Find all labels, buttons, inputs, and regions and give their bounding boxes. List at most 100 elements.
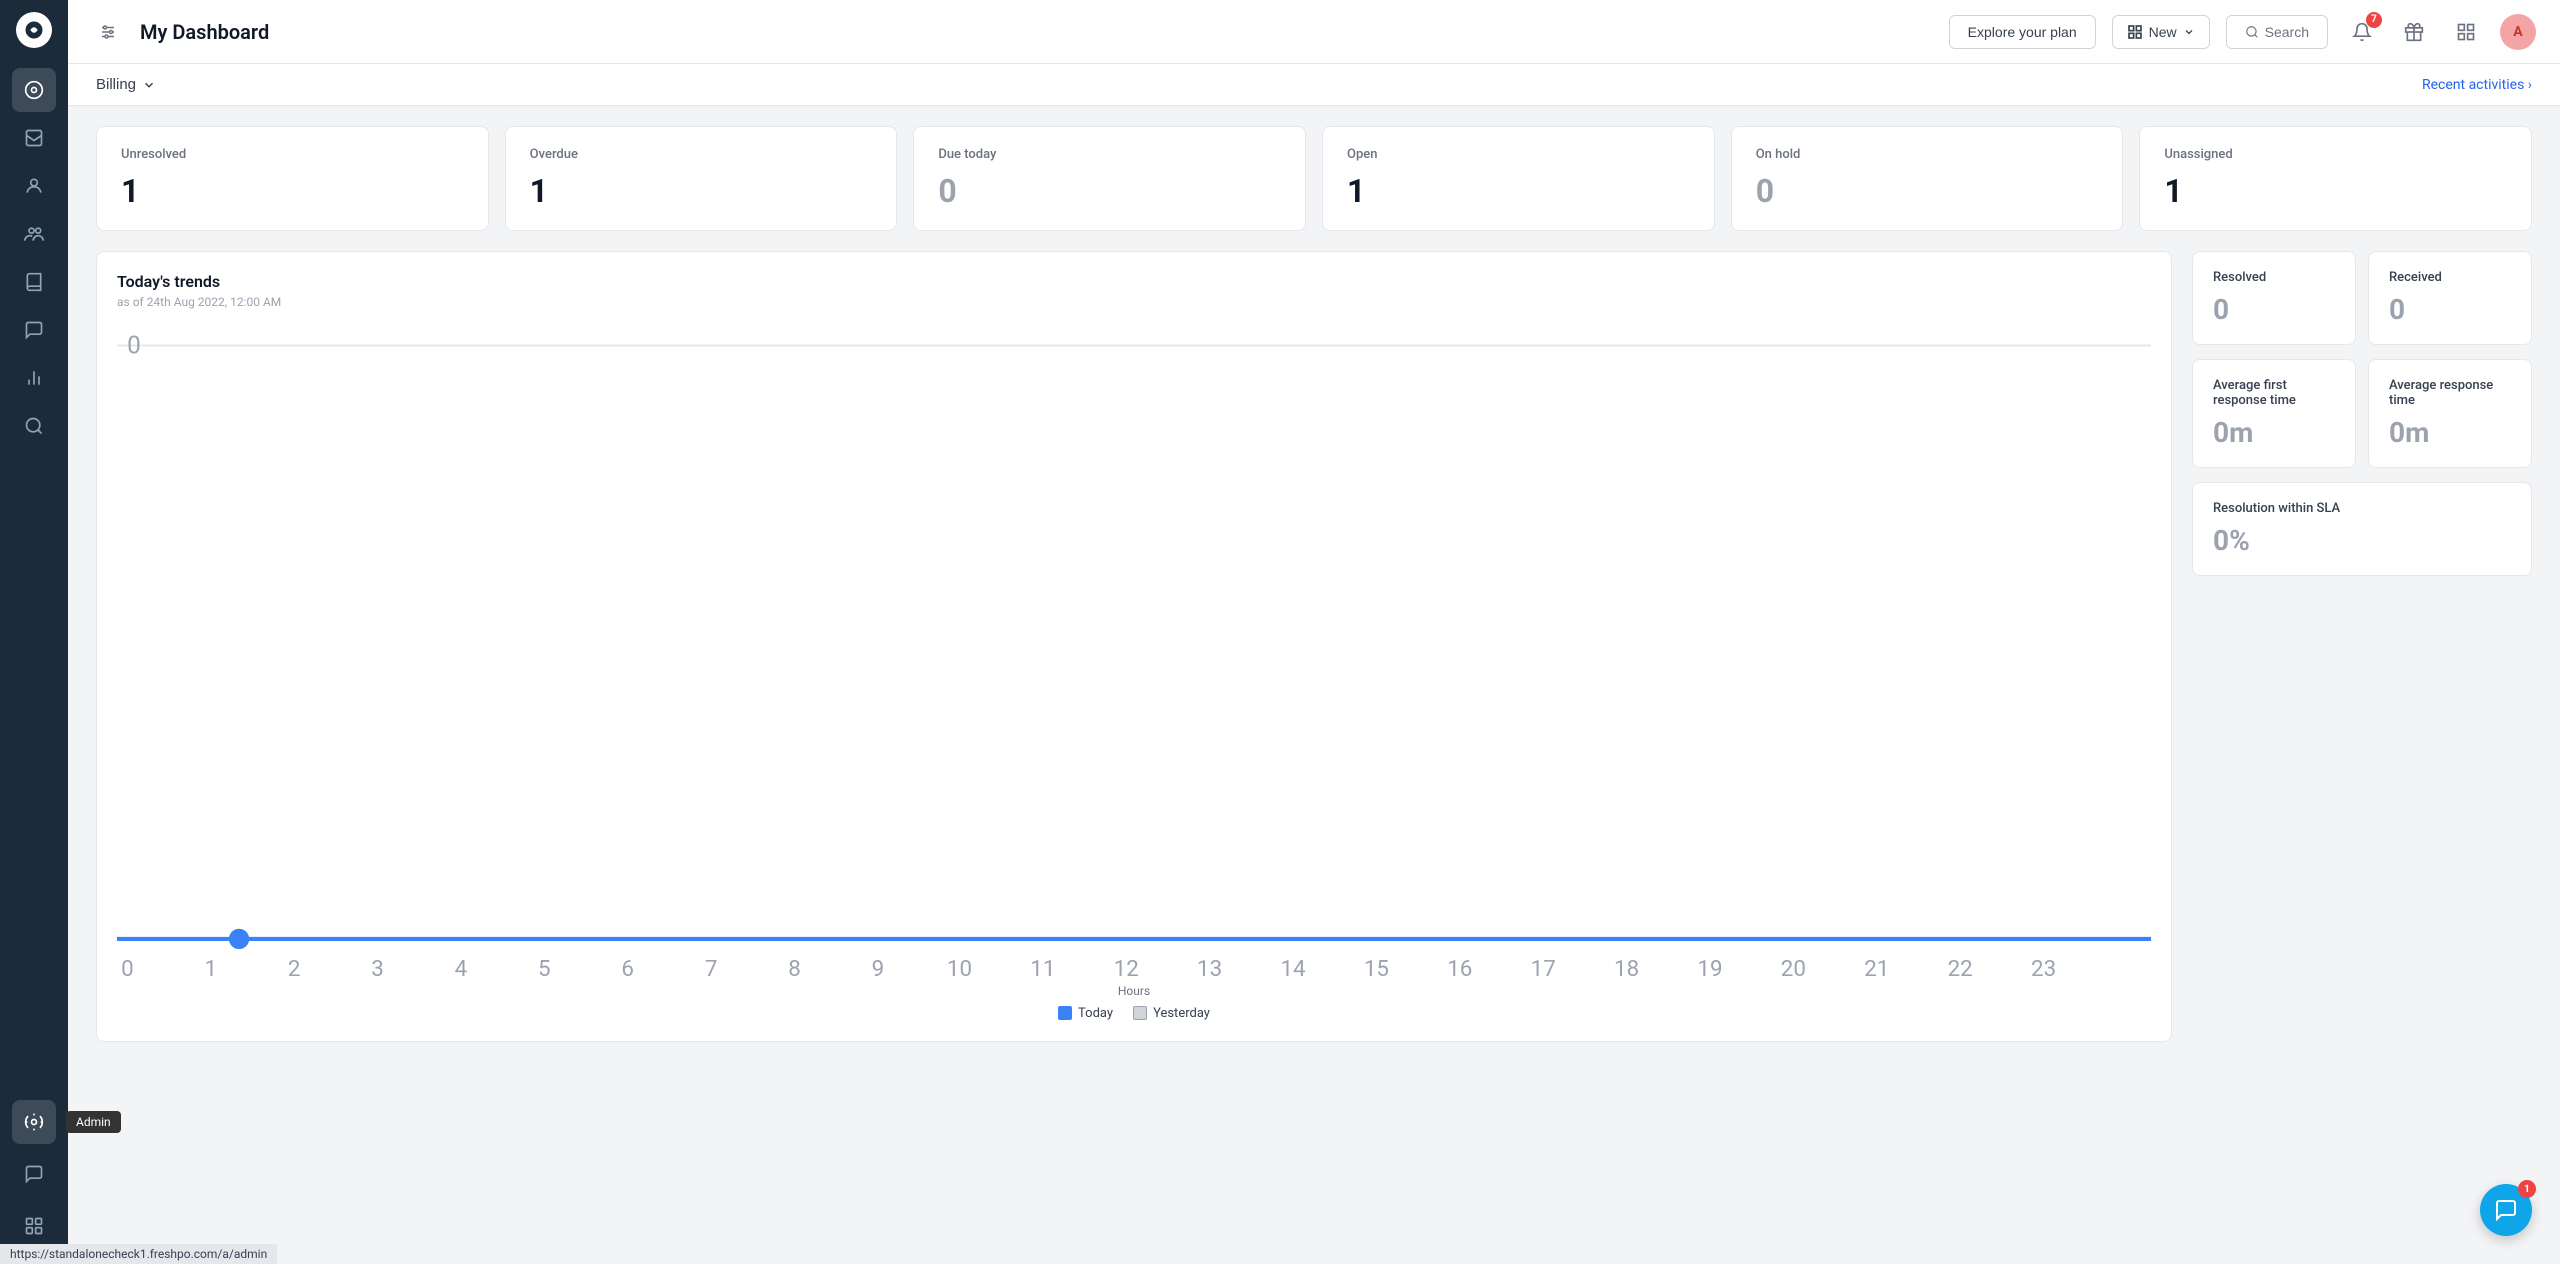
- today-label: Today: [1078, 1006, 1113, 1021]
- sidebar-item-home[interactable]: [12, 68, 56, 112]
- stat-value-0: 1: [121, 172, 464, 210]
- svg-text:6: 6: [621, 956, 634, 980]
- svg-text:15: 15: [1364, 956, 1389, 980]
- sidebar: Admin: [0, 0, 68, 1264]
- stats-panel: Resolved 0 Received 0 Average first resp…: [2192, 251, 2532, 1042]
- svg-text:14: 14: [1280, 956, 1306, 980]
- stat-card-unassigned[interactable]: Unassigned 1: [2139, 126, 2532, 231]
- resolved-label: Resolved: [2213, 270, 2335, 285]
- legend-today: Today: [1058, 1006, 1113, 1021]
- svg-text:1: 1: [204, 956, 217, 980]
- svg-text:8: 8: [788, 956, 801, 980]
- svg-text:2: 2: [288, 956, 301, 980]
- content-area: Billing Recent activities › Unresolved 1…: [68, 64, 2560, 1264]
- stat-card-due-today[interactable]: Due today 0: [913, 126, 1306, 231]
- search-button[interactable]: Search: [2226, 15, 2328, 49]
- user-avatar[interactable]: A: [2500, 14, 2536, 50]
- stat-value-1: 1: [530, 172, 873, 210]
- stat-label-5: Unassigned: [2164, 147, 2507, 162]
- float-chat-button[interactable]: 1: [2480, 1184, 2532, 1236]
- received-value: 0: [2389, 293, 2511, 326]
- sidebar-item-chat[interactable]: [12, 1152, 56, 1196]
- yesterday-label: Yesterday: [1153, 1006, 1210, 1021]
- sidebar-item-knowledge[interactable]: [12, 260, 56, 304]
- new-button[interactable]: New: [2112, 15, 2210, 49]
- stat-value-2: 0: [938, 172, 1281, 210]
- url-bar: https://standalonecheck1.freshpo.com/a/a…: [0, 1244, 277, 1264]
- svg-text:0: 0: [127, 331, 141, 360]
- metric-resolved: Resolved 0: [2192, 251, 2356, 345]
- search-label: Search: [2265, 24, 2309, 40]
- billing-dropdown-button[interactable]: Billing: [96, 76, 156, 93]
- billing-label: Billing: [96, 76, 136, 93]
- chart-legend: Today Yesterday: [117, 1006, 2151, 1021]
- stat-label-3: Open: [1347, 147, 1690, 162]
- svg-text:17: 17: [1531, 956, 1556, 980]
- yesterday-dot: [1133, 1006, 1147, 1020]
- gifts-button[interactable]: [2396, 14, 2432, 50]
- resolved-value: 0: [2213, 293, 2335, 326]
- hours-label: Hours: [117, 984, 2151, 998]
- first-response-label: Average first response time: [2213, 378, 2335, 408]
- svg-text:18: 18: [1614, 956, 1639, 980]
- stat-card-overdue[interactable]: Overdue 1: [505, 126, 898, 231]
- explore-plan-button[interactable]: Explore your plan: [1949, 15, 2096, 49]
- received-label: Received: [2389, 270, 2511, 285]
- svg-text:3: 3: [371, 956, 384, 980]
- stat-card-open[interactable]: Open 1: [1322, 126, 1715, 231]
- svg-text:4: 4: [455, 956, 468, 980]
- admin-tooltip: Admin: [66, 1111, 121, 1133]
- topbar: My Dashboard Explore your plan New Searc…: [68, 0, 2560, 64]
- avg-response-value: 0m: [2389, 416, 2511, 449]
- svg-text:12: 12: [1114, 956, 1139, 980]
- stats-row: Unresolved 1 Overdue 1 Due today 0 Open …: [68, 106, 2560, 251]
- metric-sla: Resolution within SLA 0%: [2192, 482, 2532, 576]
- stat-label-2: Due today: [938, 147, 1281, 162]
- filter-icon[interactable]: [92, 16, 124, 48]
- stat-label-1: Overdue: [530, 147, 873, 162]
- sla-value: 0%: [2213, 524, 2511, 557]
- trends-section: Today's trends as of 24th Aug 2022, 12:0…: [68, 251, 2560, 1062]
- sidebar-item-contacts[interactable]: [12, 164, 56, 208]
- legend-yesterday: Yesterday: [1133, 1006, 1210, 1021]
- svg-text:21: 21: [1864, 956, 1889, 980]
- svg-text:11: 11: [1030, 956, 1055, 980]
- main-area: My Dashboard Explore your plan New Searc…: [68, 0, 2560, 1264]
- svg-text:19: 19: [1697, 956, 1722, 980]
- svg-text:5: 5: [538, 956, 551, 980]
- dashboard-button[interactable]: [2448, 14, 2484, 50]
- sidebar-item-apps[interactable]: [12, 1204, 56, 1248]
- chart-title: Today's trends: [117, 272, 2151, 291]
- metric-received: Received 0: [2368, 251, 2532, 345]
- sidebar-item-groups[interactable]: [12, 212, 56, 256]
- float-chat-badge: 1: [2518, 1180, 2536, 1198]
- sidebar-item-insights[interactable]: [12, 404, 56, 448]
- sidebar-item-reports[interactable]: [12, 356, 56, 400]
- chart-wrapper: 0 0 1 2 3 4 5 6 7 8: [117, 325, 2151, 980]
- svg-text:20: 20: [1781, 956, 1806, 980]
- sidebar-item-conversations[interactable]: [12, 308, 56, 352]
- chart-area: Today's trends as of 24th Aug 2022, 12:0…: [96, 251, 2172, 1042]
- metric-avg-response: Average response time 0m: [2368, 359, 2532, 468]
- new-label: New: [2149, 24, 2177, 40]
- sidebar-item-inbox[interactable]: [12, 116, 56, 160]
- first-response-value: 0m: [2213, 416, 2335, 449]
- svg-text:10: 10: [947, 956, 972, 980]
- stat-value-3: 1: [1347, 172, 1690, 210]
- stat-label-4: On hold: [1756, 147, 2099, 162]
- logo[interactable]: [16, 12, 52, 48]
- trend-chart: 0 0 1 2 3 4 5 6 7 8: [117, 325, 2151, 980]
- stat-value-4: 0: [1756, 172, 2099, 210]
- today-dot: [1058, 1006, 1072, 1020]
- stat-label-0: Unresolved: [121, 147, 464, 162]
- stat-card-on-hold[interactable]: On hold 0: [1731, 126, 2124, 231]
- recent-activities-link[interactable]: Recent activities ›: [2422, 77, 2532, 93]
- avg-response-label: Average response time: [2389, 378, 2511, 408]
- metrics-row-middle: Average first response time 0m Average r…: [2192, 359, 2532, 480]
- svg-text:9: 9: [872, 956, 885, 980]
- metric-first-response: Average first response time 0m: [2192, 359, 2356, 468]
- notifications-button[interactable]: 7: [2344, 14, 2380, 50]
- sidebar-item-admin[interactable]: Admin: [12, 1100, 56, 1144]
- stat-card-unresolved[interactable]: Unresolved 1: [96, 126, 489, 231]
- sla-label: Resolution within SLA: [2213, 501, 2511, 516]
